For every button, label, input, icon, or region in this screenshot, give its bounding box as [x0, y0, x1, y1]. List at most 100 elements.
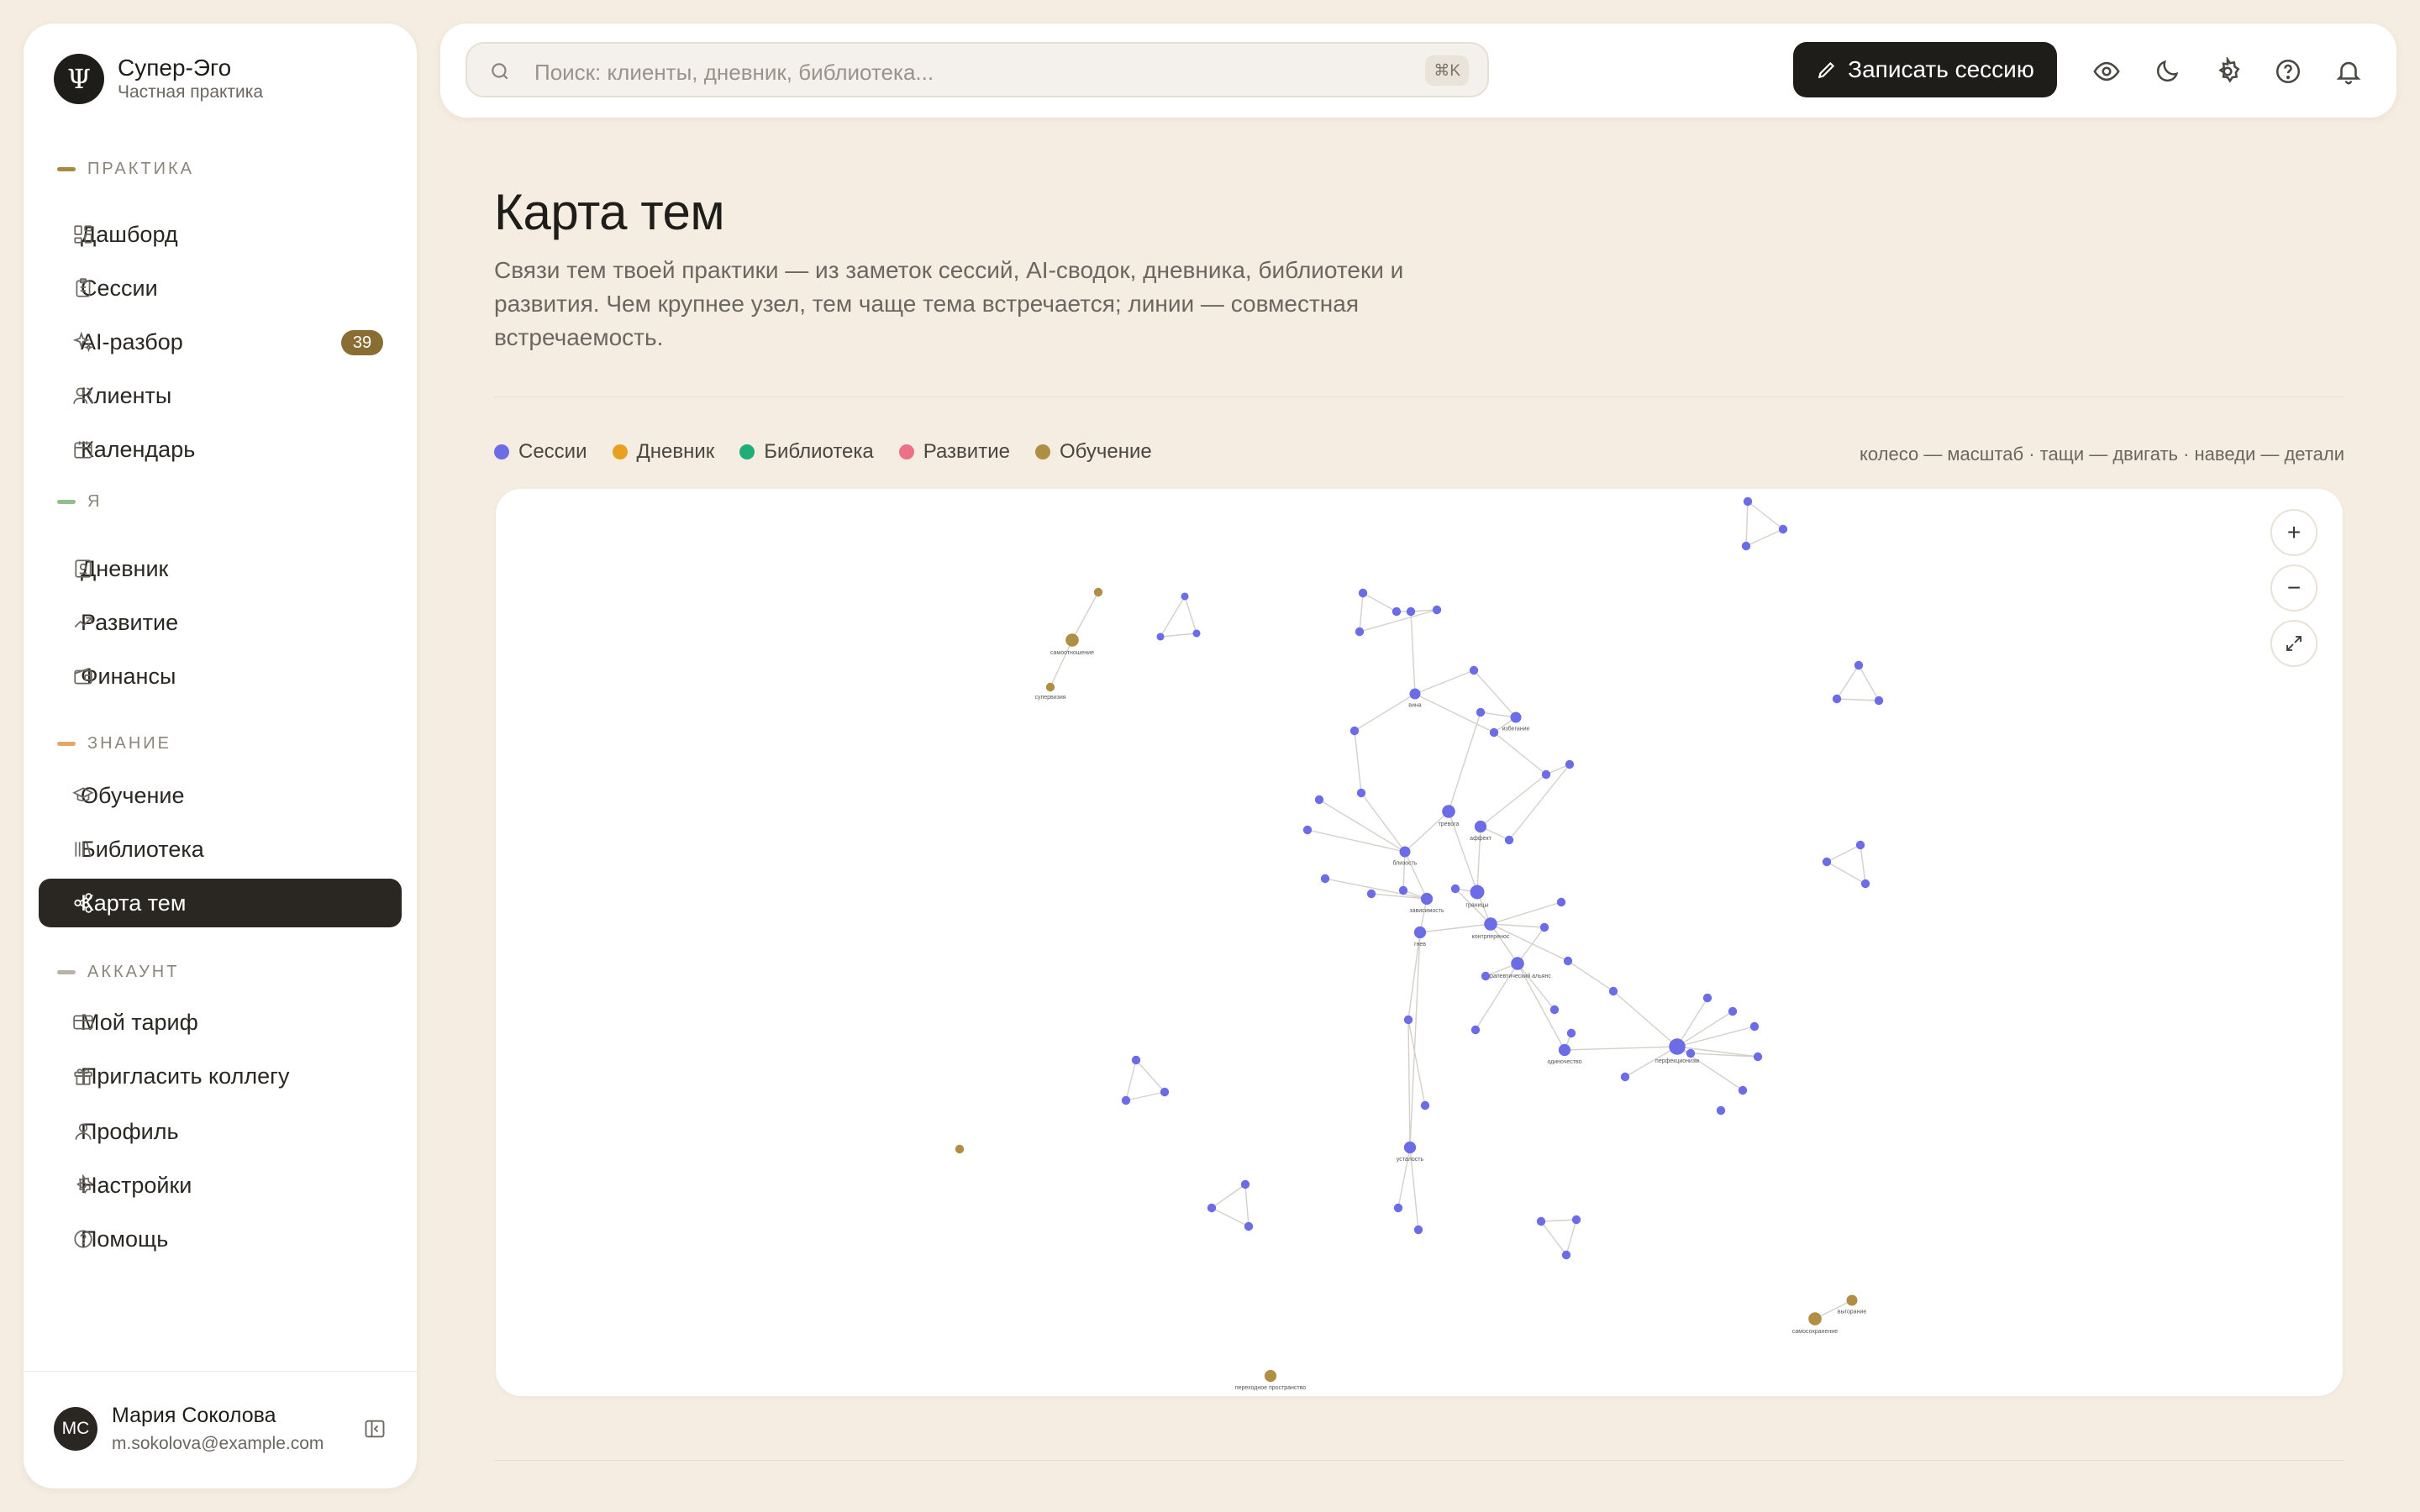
- graph-node[interactable]: [1565, 759, 1575, 769]
- graph-node[interactable]: [1822, 857, 1832, 867]
- graph-node[interactable]: [1349, 726, 1360, 736]
- zoom-out-button[interactable]: −: [2270, 564, 2317, 612]
- graph-node[interactable]: [1314, 795, 1324, 805]
- graph-node[interactable]: [1832, 694, 1842, 704]
- graph-node[interactable]: [1413, 926, 1427, 939]
- graph-node[interactable]: [1846, 1294, 1858, 1306]
- graph-node[interactable]: [1399, 846, 1411, 858]
- sidebar-item-journal[interactable]: Дневник: [39, 544, 402, 593]
- graph-node[interactable]: [1413, 1225, 1423, 1235]
- legend-item-learning[interactable]: Обучение: [1034, 440, 1152, 464]
- sidebar-item-profile[interactable]: Профиль: [39, 1107, 402, 1156]
- sidebar-item-learning[interactable]: Обучение: [39, 771, 402, 820]
- sidebar-item-ai-review[interactable]: AI-разбор 39: [39, 318, 402, 366]
- sidebar-item-finances[interactable]: Финансы: [39, 652, 402, 701]
- avatar[interactable]: МС: [54, 1407, 97, 1451]
- graph-node[interactable]: [1686, 1048, 1696, 1058]
- record-session-button[interactable]: Записать сессию: [1793, 42, 2057, 97]
- graph-node[interactable]: [1541, 769, 1551, 780]
- sidebar-item-help[interactable]: Помощь: [39, 1215, 402, 1263]
- sidebar-item-clients[interactable]: Клиенты: [39, 371, 402, 420]
- graph-node[interactable]: [1470, 1025, 1481, 1035]
- graph-node[interactable]: [1469, 665, 1479, 675]
- graph-node[interactable]: [1808, 1312, 1822, 1326]
- topic-graph[interactable]: самоотношение супервизия вина избегание трев…: [496, 489, 2343, 1396]
- graph-node[interactable]: [1558, 1043, 1571, 1057]
- graph-node[interactable]: [1539, 922, 1549, 932]
- brand[interactable]: Ψ Супер-Эго Частная практика: [54, 54, 263, 104]
- legend-item-sessions[interactable]: Сессии: [494, 440, 587, 464]
- sidebar-item-sessions[interactable]: Сессии: [39, 264, 402, 312]
- graph-node[interactable]: [1192, 629, 1201, 638]
- graph-node[interactable]: [1392, 606, 1402, 617]
- graph-node[interactable]: [1749, 1021, 1760, 1032]
- sidebar-item-calendar[interactable]: Календарь: [39, 425, 402, 474]
- sidebar-item-settings[interactable]: Настройки: [39, 1161, 402, 1210]
- graph-node[interactable]: [1854, 660, 1864, 670]
- graph-node[interactable]: [1778, 524, 1788, 534]
- graph-node[interactable]: [1741, 541, 1751, 551]
- graph-node[interactable]: [1403, 1015, 1413, 1025]
- graph-node[interactable]: [1432, 605, 1442, 615]
- graph-node[interactable]: [1481, 971, 1491, 981]
- graph-node[interactable]: [1366, 889, 1376, 899]
- sidebar-item-development[interactable]: Развитие: [39, 598, 402, 647]
- graph-node[interactable]: [1738, 1085, 1748, 1095]
- graph-node[interactable]: [1571, 1215, 1581, 1225]
- graph-node[interactable]: [1702, 993, 1712, 1003]
- graph-node[interactable]: [1393, 1203, 1403, 1213]
- graph-node[interactable]: [1442, 805, 1455, 818]
- graph-node[interactable]: [1240, 1179, 1250, 1189]
- graph-node[interactable]: [1716, 1105, 1726, 1116]
- graph-node[interactable]: [1302, 825, 1313, 835]
- sidebar-item-plan[interactable]: Мой тариф: [39, 998, 402, 1047]
- graph-node[interactable]: [1121, 1095, 1131, 1105]
- graph-node[interactable]: [1406, 606, 1416, 617]
- graph-node[interactable]: [1511, 957, 1524, 970]
- gear-icon[interactable]: [2213, 57, 2242, 86]
- graph-node[interactable]: [1244, 1221, 1254, 1231]
- graph-node[interactable]: [955, 1144, 965, 1154]
- bell-icon[interactable]: [2334, 57, 2363, 86]
- graph-node[interactable]: [1549, 1005, 1560, 1015]
- graph-node[interactable]: [1476, 707, 1486, 717]
- graph-node[interactable]: [1181, 592, 1189, 601]
- graph-node[interactable]: [1855, 840, 1865, 850]
- graph-node[interactable]: [1358, 588, 1368, 598]
- graph-node[interactable]: [1728, 1006, 1738, 1016]
- graph-node[interactable]: [1566, 1028, 1576, 1038]
- graph-node[interactable]: [1093, 587, 1103, 597]
- graph-node[interactable]: [1484, 917, 1497, 931]
- eye-icon[interactable]: [2092, 57, 2121, 86]
- sidebar-item-topic-map[interactable]: Карта тем: [39, 879, 402, 927]
- graph-node[interactable]: [1045, 682, 1055, 692]
- graph-node[interactable]: [1356, 788, 1366, 798]
- graph-node[interactable]: [1160, 1087, 1170, 1097]
- legend-item-library[interactable]: Библиотека: [739, 440, 874, 464]
- graph-node[interactable]: [1207, 1203, 1217, 1213]
- help-icon[interactable]: [2274, 57, 2302, 86]
- graph-node[interactable]: [1556, 897, 1566, 907]
- collapse-sidebar-icon[interactable]: [363, 1417, 387, 1441]
- graph-node[interactable]: [1420, 892, 1434, 906]
- graph-node[interactable]: [1669, 1038, 1686, 1055]
- fit-view-button[interactable]: [2270, 620, 2317, 667]
- graph-node[interactable]: [1470, 885, 1485, 900]
- graph-node[interactable]: [1510, 711, 1522, 723]
- legend-item-development[interactable]: Развитие: [898, 440, 1010, 464]
- graph-node[interactable]: [1450, 884, 1460, 894]
- graph-node[interactable]: [1264, 1369, 1277, 1383]
- graph-node[interactable]: [1536, 1216, 1546, 1226]
- graph-node[interactable]: [1156, 633, 1165, 641]
- sidebar-item-invite[interactable]: Пригласить коллегу: [39, 1052, 402, 1100]
- graph-node[interactable]: [1608, 986, 1618, 996]
- graph-node[interactable]: [1355, 627, 1365, 637]
- sidebar-item-library[interactable]: Библиотека: [39, 825, 402, 874]
- sidebar-item-dashboard[interactable]: Дашборд: [39, 210, 402, 259]
- zoom-in-button[interactable]: +: [2270, 509, 2317, 556]
- graph-node[interactable]: [1403, 1141, 1417, 1154]
- graph-node[interactable]: [1620, 1072, 1630, 1082]
- legend-item-journal[interactable]: Дневник: [612, 440, 714, 464]
- moon-icon[interactable]: [2153, 57, 2181, 86]
- graph-node[interactable]: [1489, 727, 1499, 738]
